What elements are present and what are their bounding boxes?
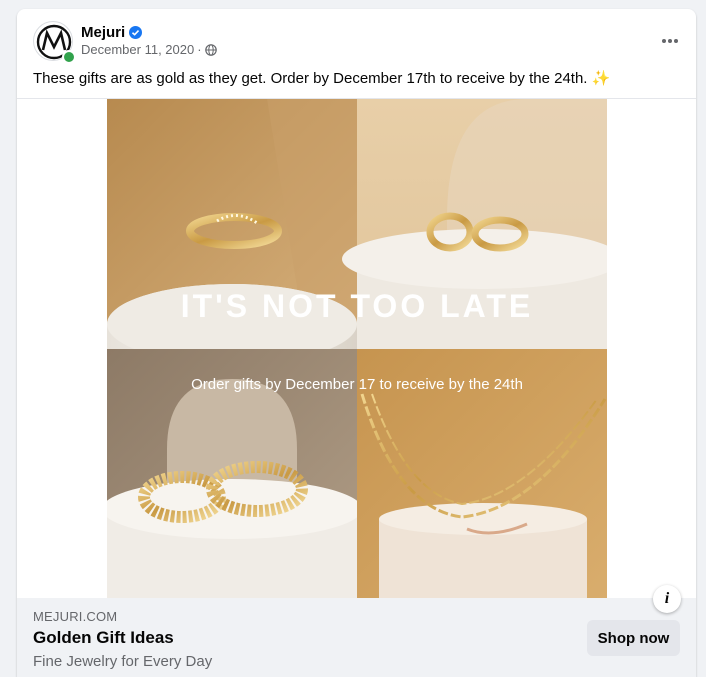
- online-status-dot: [62, 50, 76, 64]
- more-options-icon: [662, 39, 678, 43]
- ad-post-card: Mejuri December 11, 2020 · These gifts a…: [17, 9, 696, 677]
- post-date-link[interactable]: December 11, 2020: [81, 42, 194, 57]
- ad-media[interactable]: IT'S NOT TOO LATE Order gifts by Decembe…: [17, 98, 696, 599]
- more-options-button[interactable]: [654, 25, 686, 57]
- post-header: Mejuri December 11, 2020 ·: [17, 9, 696, 69]
- creative-headline: IT'S NOT TOO LATE: [181, 288, 534, 324]
- creative-subline: Order gifts by December 17 to receive by…: [191, 376, 523, 393]
- meta-separator: ·: [197, 42, 202, 57]
- post-caption: These gifts are as gold as they get. Ord…: [33, 69, 683, 89]
- ad-domain: MEJURI.COM: [33, 609, 118, 624]
- ad-description: Fine Jewelry for Every Day: [33, 653, 213, 670]
- sparkle-emoji: ✨: [591, 70, 611, 87]
- ad-title[interactable]: Golden Gift Ideas: [33, 628, 174, 648]
- shop-now-button[interactable]: Shop now: [587, 620, 680, 656]
- ad-creative-image[interactable]: IT'S NOT TOO LATE Order gifts by Decembe…: [107, 99, 607, 599]
- info-icon[interactable]: i: [653, 585, 681, 613]
- globe-icon[interactable]: [204, 43, 217, 56]
- page-name-link[interactable]: Mejuri: [81, 24, 125, 41]
- caption-text: These gifts are as gold as they get. Ord…: [33, 70, 588, 87]
- verified-badge-icon: [129, 25, 143, 39]
- jewelry-collage-graphic: IT'S NOT TOO LATE Order gifts by Decembe…: [107, 99, 607, 599]
- ad-link-footer[interactable]: MEJURI.COM Golden Gift Ideas Fine Jewelr…: [17, 598, 696, 677]
